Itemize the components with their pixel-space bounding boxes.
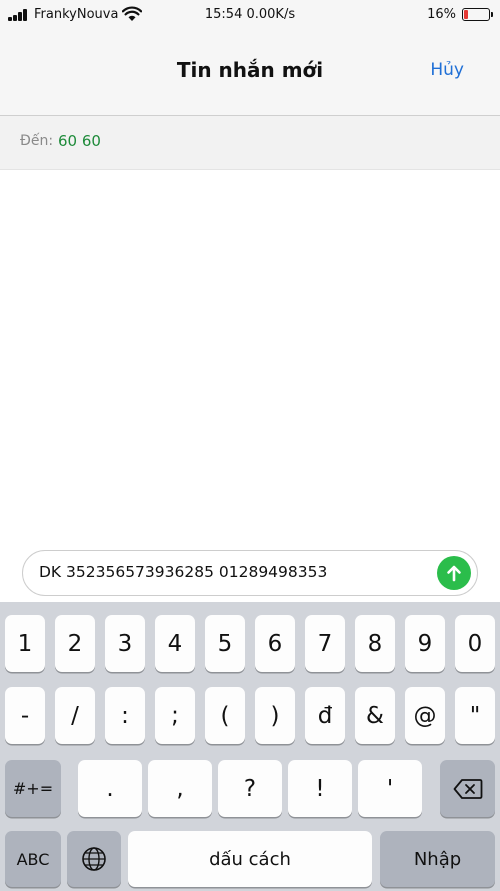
key-label: , <box>176 775 184 802</box>
composer: DK 352356573936285 01289498353 <box>0 546 500 602</box>
page-title: Tin nhắn mới <box>176 58 324 82</box>
cancel-button[interactable]: Hủy <box>430 60 464 80</box>
key-label: 8 <box>367 630 383 657</box>
battery-icon <box>462 8 493 21</box>
status-bar: FrankyNouva 15:54 0.00K/s 16% <box>0 0 500 30</box>
key-0[interactable]: 0 <box>455 615 495 672</box>
battery-fill <box>464 10 468 19</box>
globe-icon <box>82 847 106 871</box>
return-key[interactable]: Nhập <box>380 831 495 887</box>
key-label: 7 <box>317 630 333 657</box>
key-colon[interactable]: : <box>105 687 145 744</box>
key-3[interactable]: 3 <box>105 615 145 672</box>
key-apostrophe[interactable]: ' <box>358 760 422 817</box>
key-label: #+= <box>12 779 54 798</box>
key-hyphen[interactable]: - <box>5 687 45 744</box>
key-label: & <box>366 702 384 729</box>
recipient-label: Đến: <box>20 133 54 149</box>
key-label: 9 <box>417 630 433 657</box>
key-label: đ <box>317 702 333 729</box>
key-label: ! <box>315 775 325 802</box>
send-button[interactable] <box>437 556 471 590</box>
message-text: DK 352356573936285 01289498353 <box>39 563 328 581</box>
key-ampersand[interactable]: & <box>355 687 395 744</box>
key-exclamation[interactable]: ! <box>288 760 352 817</box>
key-4[interactable]: 4 <box>155 615 195 672</box>
key-label: dấu cách <box>209 848 291 870</box>
key-8[interactable]: 8 <box>355 615 395 672</box>
space-key[interactable]: dấu cách <box>128 831 372 887</box>
key-comma[interactable]: , <box>148 760 212 817</box>
key-9[interactable]: 9 <box>405 615 445 672</box>
key-label: / <box>71 702 79 729</box>
key-at[interactable]: @ <box>405 687 445 744</box>
key-question[interactable]: ? <box>218 760 282 817</box>
key-label: 0 <box>467 630 483 657</box>
key-label: ? <box>243 775 257 802</box>
symbols-mode-key[interactable]: #+= <box>5 760 61 817</box>
key-close-paren[interactable]: ) <box>255 687 295 744</box>
key-label: Nhập <box>413 848 462 870</box>
recipient-value[interactable]: 60 60 <box>58 132 101 150</box>
message-area <box>0 171 500 546</box>
key-d-stroke[interactable]: đ <box>305 687 345 744</box>
key-quote[interactable]: " <box>455 687 495 744</box>
key-label: : <box>121 702 129 729</box>
key-label: . <box>106 775 114 802</box>
key-label: ; <box>171 702 179 729</box>
key-semicolon[interactable]: ; <box>155 687 195 744</box>
key-label: @ <box>413 702 437 729</box>
key-label: " <box>469 702 481 729</box>
key-label: 4 <box>167 630 183 657</box>
key-5[interactable]: 5 <box>205 615 245 672</box>
status-time: 15:54 0.00K/s <box>204 7 296 22</box>
key-2[interactable]: 2 <box>55 615 95 672</box>
key-1[interactable]: 1 <box>5 615 45 672</box>
key-label: ( <box>220 702 230 729</box>
key-label: 6 <box>267 630 283 657</box>
key-label: 1 <box>17 630 33 657</box>
key-7[interactable]: 7 <box>305 615 345 672</box>
key-label: - <box>20 702 30 729</box>
backspace-icon <box>453 778 482 799</box>
recipient-field[interactable]: Đến: 60 60 <box>0 116 500 170</box>
globe-key[interactable] <box>67 831 121 887</box>
key-slash[interactable]: / <box>55 687 95 744</box>
arrow-up-icon <box>447 565 461 582</box>
nav-bar: Tin nhắn mới Hủy <box>0 30 500 116</box>
key-period[interactable]: . <box>78 760 142 817</box>
key-6[interactable]: 6 <box>255 615 295 672</box>
message-input[interactable]: DK 352356573936285 01289498353 <box>22 550 478 596</box>
key-label: ) <box>270 702 280 729</box>
key-label: ABC <box>16 849 50 869</box>
key-label: 3 <box>117 630 133 657</box>
battery-percent: 16% <box>427 7 456 22</box>
abc-key[interactable]: ABC <box>5 831 61 887</box>
key-open-paren[interactable]: ( <box>205 687 245 744</box>
key-label: ' <box>386 775 394 802</box>
key-label: 2 <box>67 630 83 657</box>
backspace-key[interactable] <box>440 760 495 817</box>
key-label: 5 <box>217 630 233 657</box>
keyboard: 1 2 3 4 5 6 7 8 9 0 - / : ; ( ) đ & @ " … <box>0 602 500 891</box>
